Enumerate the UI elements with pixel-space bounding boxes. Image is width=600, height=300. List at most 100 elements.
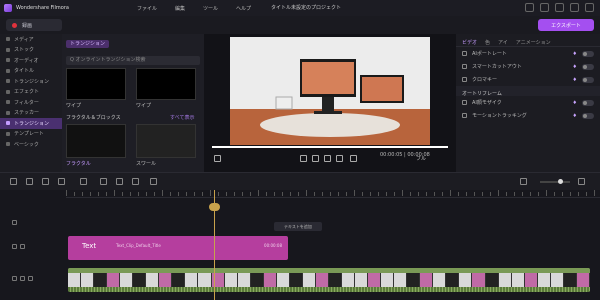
text-icon[interactable]	[116, 178, 123, 185]
tab-color[interactable]: 色	[485, 39, 490, 46]
property-row: スマートカットアウト ♦	[456, 60, 600, 73]
mute-icon[interactable]	[28, 276, 33, 281]
stop-icon[interactable]	[324, 155, 331, 162]
transition-thumb-1[interactable]	[66, 68, 126, 100]
lock-icon[interactable]	[12, 244, 17, 249]
text-clip[interactable]: Text Text_Clip_Default_Title 00:00:08	[68, 236, 288, 260]
menu-tools[interactable]: ツール	[203, 5, 218, 12]
property-toggle[interactable]	[582, 112, 594, 119]
tab-animation[interactable]: アニメーション	[516, 39, 551, 46]
property-icon	[462, 64, 467, 69]
menu-edit[interactable]: 編集	[175, 5, 185, 12]
property-icon	[462, 113, 467, 118]
settings-icon[interactable]	[540, 3, 549, 12]
crop-icon[interactable]	[80, 178, 87, 185]
close-icon[interactable]	[585, 3, 594, 12]
playhead-handle[interactable]	[209, 203, 220, 211]
playback-progress[interactable]	[212, 146, 448, 148]
text-clip-end: 00:00:08	[264, 243, 282, 248]
sidebar-item-label: タイトル	[14, 68, 35, 75]
fullscreen-icon[interactable]	[350, 155, 357, 162]
sidebar-icon	[6, 47, 10, 52]
ruler-tick	[474, 192, 475, 196]
eye-icon[interactable]	[20, 244, 25, 249]
library-tag[interactable]: トランジション	[66, 40, 110, 48]
menu-file[interactable]: ファイル	[137, 5, 157, 12]
property-toggle[interactable]	[582, 99, 594, 106]
redo-icon[interactable]	[26, 178, 33, 185]
menu-help[interactable]: ヘルプ	[236, 5, 251, 12]
video-frame	[485, 273, 499, 287]
tab-video[interactable]: ビデオ	[462, 39, 477, 46]
zoom-out-icon[interactable]	[520, 178, 527, 185]
export-button[interactable]: エクスポート	[538, 19, 594, 31]
sidebar-item-9[interactable]: テンプレート	[0, 129, 62, 140]
track-label-1	[0, 276, 66, 281]
ruler-tick	[314, 192, 315, 196]
sidebar-item-5[interactable]: エフェクト	[0, 87, 62, 98]
transition-thumb-2[interactable]	[136, 68, 196, 100]
ruler-tick	[114, 190, 115, 196]
transition-thumb-3[interactable]	[66, 124, 126, 158]
ruler-tick	[410, 192, 411, 196]
zoom-in-icon[interactable]	[578, 178, 585, 185]
time-ruler[interactable]	[66, 190, 600, 198]
property-toggle[interactable]	[582, 63, 594, 70]
prev-frame-icon[interactable]	[300, 155, 307, 162]
search-input[interactable]: Q オンライントランジション検索	[66, 56, 200, 65]
sidebar-item-0[interactable]: メディア	[0, 34, 62, 45]
tab-ai[interactable]: アイ	[498, 39, 508, 46]
snapshot-icon[interactable]	[214, 155, 221, 162]
minimize-icon[interactable]	[555, 3, 564, 12]
property-tabs: ビデオ 色 アイ アニメーション	[456, 34, 600, 47]
sidebar-item-4[interactable]: トランジション	[0, 76, 62, 87]
audio-icon[interactable]	[100, 178, 107, 185]
sidebar-item-10[interactable]: ベーシック	[0, 139, 62, 150]
ruler-tick	[338, 192, 339, 196]
ruler-tick	[266, 192, 267, 196]
ruler-tick	[450, 190, 451, 196]
sidebar-item-3[interactable]: タイトル	[0, 66, 62, 77]
premium-icon: ♦	[572, 76, 577, 83]
premium-icon: ♦	[572, 99, 577, 106]
zoom-slider[interactable]	[540, 179, 570, 184]
preview-image	[230, 37, 430, 145]
cut-icon[interactable]	[58, 178, 65, 185]
section-autoreframe: オートリフレーム	[456, 86, 600, 97]
eye-icon[interactable]	[20, 276, 25, 281]
sidebar-item-label: オーディオ	[14, 57, 39, 64]
record-button[interactable]: 録画	[6, 19, 62, 31]
delete-icon[interactable]	[42, 178, 49, 185]
maximize-icon[interactable]	[570, 3, 579, 12]
sidebar-item-6[interactable]: フィルター	[0, 97, 62, 108]
transform-icon[interactable]	[150, 178, 157, 185]
record-icon	[12, 22, 17, 28]
video-frame	[355, 273, 369, 287]
ruler-tick	[90, 192, 91, 196]
undo-icon[interactable]	[10, 178, 17, 185]
quality-select[interactable]: フル	[416, 155, 426, 162]
section-title: フラクタル＆ブロックス	[66, 115, 121, 121]
video-frame	[224, 273, 238, 287]
ruler-tick	[330, 192, 331, 196]
lock-icon[interactable]	[12, 276, 17, 281]
top-toolbar: 録画 エクスポート	[0, 16, 600, 34]
sidebar-item-7[interactable]: ステッカー	[0, 108, 62, 119]
add-text-hint[interactable]: テキストを追加	[274, 222, 322, 231]
property-toggle[interactable]	[582, 50, 594, 57]
sidebar-item-1[interactable]: ストック	[0, 45, 62, 56]
video-frame	[407, 273, 421, 287]
track-label-2	[0, 244, 66, 249]
video-clip[interactable]	[68, 268, 590, 292]
layout-icon[interactable]	[525, 3, 534, 12]
play-icon[interactable]	[312, 155, 319, 162]
property-toggle[interactable]	[582, 76, 594, 83]
sidebar-item-2[interactable]: オーディオ	[0, 55, 62, 66]
ruler-tick	[258, 190, 259, 196]
ruler-tick	[578, 192, 579, 196]
transition-thumb-4[interactable]	[136, 124, 196, 158]
speed-icon[interactable]	[132, 178, 139, 185]
see-all-link[interactable]: すべて表示	[170, 114, 194, 121]
next-frame-icon[interactable]	[336, 155, 343, 162]
sidebar-item-8[interactable]: トランジション	[0, 118, 62, 129]
